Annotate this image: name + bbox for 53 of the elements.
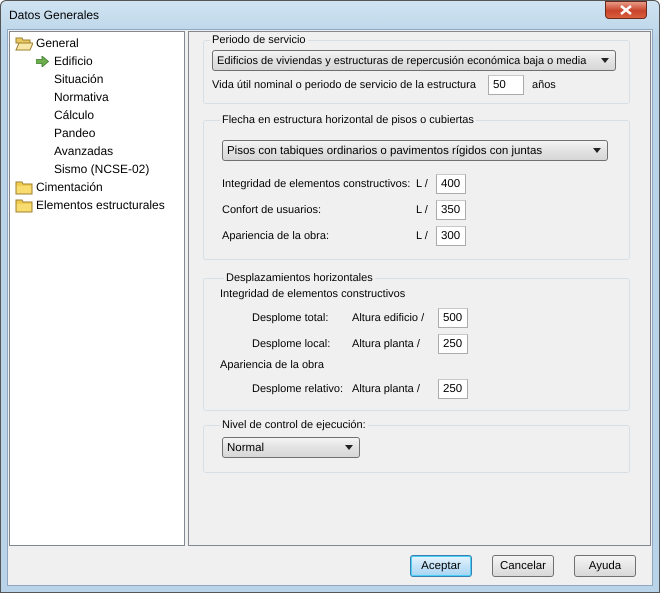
field-label: Vida útil nominal o periodo de servicio de la estructura — [212, 79, 476, 91]
tree-item[interactable]: Edificio — [10, 52, 184, 70]
field-label: Apariencia de la obra: — [222, 230, 330, 242]
open-folder-icon — [15, 36, 33, 50]
dialog-button[interactable]: Aceptar — [410, 555, 472, 577]
arrow-icon — [36, 56, 49, 66]
close-icon — [620, 5, 632, 15]
tree-item[interactable]: Normativa — [10, 88, 184, 106]
folder-icon — [15, 198, 33, 212]
field-label: Desplome relativo: — [252, 383, 344, 395]
caret-icon — [601, 58, 609, 63]
subgroup-title: Apariencia de la obra — [220, 359, 325, 371]
dialog-button[interactable]: Cancelar — [492, 555, 554, 577]
input-field[interactable]: 250 — [438, 379, 468, 399]
field-prefix: L / — [416, 230, 429, 242]
group-title: Flecha en estructura horizontal de pisos o cubiertas — [221, 114, 475, 126]
tree-item[interactable]: Cimentación — [10, 178, 184, 196]
tree-item[interactable]: Sismo (NCSE-02) — [10, 160, 184, 178]
unit-label: años — [532, 79, 556, 91]
field-prefix: L / — [416, 204, 429, 216]
dialog-button[interactable]: Ayuda — [574, 555, 636, 577]
tree-item[interactable]: Cálculo — [10, 106, 184, 124]
input-field[interactable]: 300 — [436, 226, 466, 246]
dropdown[interactable]: Pisos con tabiques ordinarios o pavimentos rígidos con juntas — [222, 140, 608, 161]
field-prefix: Altura edificio / — [352, 312, 426, 324]
caret-icon — [345, 445, 353, 450]
field-label: Desplome local: — [252, 338, 332, 350]
close-button[interactable] — [605, 1, 647, 19]
input-field[interactable]: 350 — [436, 200, 466, 220]
field-prefix: L / — [416, 178, 429, 190]
field-label: Confort de usuarios: — [222, 204, 322, 216]
caret-icon — [593, 148, 601, 153]
group-title: Periodo de servicio — [211, 34, 307, 46]
tree-item[interactable]: General — [10, 34, 184, 52]
tree-item[interactable]: Situación — [10, 70, 184, 88]
field-label: Integridad de elementos constructivos: — [222, 178, 412, 190]
tree-item[interactable]: Avanzadas — [10, 142, 184, 160]
input-field[interactable]: 400 — [436, 174, 466, 194]
group-title: Desplazamientos horizontales — [225, 272, 374, 284]
field-prefix: Altura planta / — [352, 383, 421, 395]
dropdown[interactable]: Normal — [222, 437, 360, 458]
input-field[interactable]: 500 — [438, 308, 468, 328]
input-field[interactable]: 250 — [438, 334, 468, 354]
group-title: Nivel de control de ejecución: — [221, 419, 367, 431]
field-prefix: Altura planta / — [352, 338, 421, 350]
folder-icon — [15, 180, 33, 194]
window-title: Datos Generales — [9, 8, 100, 22]
field-label: Desplome total: — [252, 312, 330, 324]
subgroup-title: Integridad de elementos constructivos — [220, 288, 406, 300]
input-field[interactable]: 50 — [488, 75, 524, 95]
tree-item[interactable]: Elementos estructurales — [10, 196, 184, 214]
dropdown[interactable]: Edificios de viviendas y estructuras de repercusión económica baja o media — [212, 50, 616, 71]
tree-item[interactable]: Pandeo — [10, 124, 184, 142]
